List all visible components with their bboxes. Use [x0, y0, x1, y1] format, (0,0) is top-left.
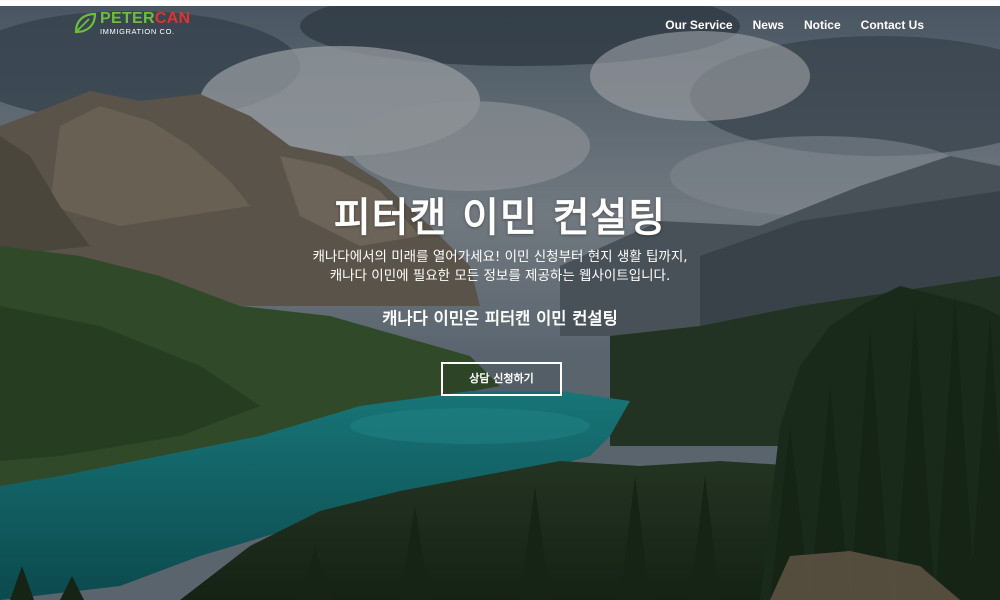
- main-nav: Our Service News Notice Contact Us: [665, 18, 924, 32]
- hero-subtitle: 캐나다 이민은 피터캔 이민 컨설팅: [382, 309, 618, 328]
- logo-brand-peter: PETER: [100, 9, 155, 27]
- hero-section: [0, 6, 1000, 600]
- logo[interactable]: PETERCAN IMMIGRATION CO.: [72, 10, 190, 36]
- hero-dark-overlay: [0, 6, 1000, 600]
- logo-brand-can: CAN: [154, 9, 191, 27]
- top-border: [0, 0, 1000, 6]
- consultation-request-button[interactable]: 상담 신청하기: [441, 362, 562, 396]
- logo-tagline: IMMIGRATION CO.: [100, 26, 175, 36]
- hero-title: 피터캔 이민 컨설팅: [333, 195, 667, 241]
- logo-brand: PETERCAN: [100, 9, 191, 27]
- leaf-icon: [74, 12, 97, 34]
- hero-description-line-2: 캐나다 이민에 필요한 모든 정보를 제공하는 웹사이트입니다.: [329, 268, 671, 284]
- hero-description-line-1: 캐나다에서의 미래를 열어가세요! 이민 신청부터 현지 생활 팁까지,: [312, 249, 688, 265]
- nav-item-notice[interactable]: Notice: [804, 18, 841, 32]
- hero-description: 캐나다에서의 미래를 열어가세요! 이민 신청부터 현지 생활 팁까지, 캐나다…: [0, 248, 1000, 286]
- nav-item-our-service[interactable]: Our Service: [665, 18, 732, 32]
- nav-item-contact-us[interactable]: Contact Us: [861, 18, 924, 32]
- nav-item-news[interactable]: News: [753, 18, 784, 32]
